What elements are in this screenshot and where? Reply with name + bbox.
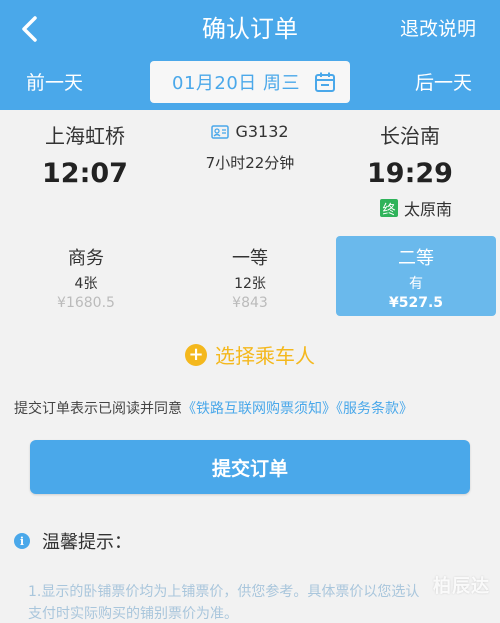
tips-title: 温馨提示： [42,532,132,553]
seat-name: 二等 [398,248,434,269]
calendar-icon [315,72,335,92]
terminal-station: 太原南 [403,200,452,219]
terminal-badge: 终 [379,199,398,218]
arrival-station: 长治南 [380,124,440,148]
agreement-text: 提交订单表示已阅读并同意《铁路互联网购票须知》《服务条款》 [14,398,413,418]
refund-rules-link[interactable]: 退改说明 [400,14,476,44]
ticket-notice-link[interactable]: 《铁路互联网购票须知》 [182,401,336,417]
seat-option-first-class[interactable]: 一等 12张 ¥843 [170,236,330,316]
submit-order-button[interactable]: 提交订单 [30,440,470,494]
tip-line: 支付时实际购买的铺别票价为准。 [28,606,238,622]
terminal-info: 终 太原南 [379,196,452,220]
select-passenger-label: 选择乘车人 [215,344,315,368]
seat-count: 12张 [234,276,266,292]
seat-name: 商务 [68,248,104,269]
date-selector[interactable]: 01月20日 周三 [150,61,350,103]
train-info-card: 上海虹桥 G3132 7小时22分钟 长治南 12:07 19:29 终 太原南 [0,110,500,230]
id-card-icon [211,124,230,139]
tips-header: i 温馨提示： [14,528,132,554]
seat-price: ¥843 [232,295,268,311]
seat-count: 有 [409,276,423,292]
seat-count: 4张 [74,276,98,292]
seat-price: ¥1680.5 [57,295,115,311]
info-icon: i [14,533,30,549]
select-passenger-button[interactable]: + 选择乘车人 [0,340,500,369]
seat-option-business[interactable]: 商务 4张 ¥1680.5 [6,236,166,316]
seat-name: 一等 [232,248,268,269]
arrival-time: 19:29 [367,158,453,189]
seat-option-second-class[interactable]: 二等 有 ¥527.5 [336,236,496,316]
departure-time: 12:07 [42,158,128,189]
tip-line: 1.显示的卧铺票价均为上铺票价，供您参考。具体票价以您选认 [28,584,420,600]
train-number: G3132 [235,122,289,141]
agreement-prefix: 提交订单表示已阅读并同意 [14,401,182,417]
next-day-button[interactable]: 后一天 [415,68,472,98]
seat-price: ¥527.5 [388,295,444,311]
header-bar: 确认订单 退改说明 前一天 01月20日 周三 后一天 [0,0,500,110]
plus-icon: + [185,343,207,366]
terms-link[interactable]: 《服务条款》 [336,401,413,417]
date-text: 01月20日 周三 [172,73,301,94]
watermark: 柏辰达 [433,576,490,597]
prev-day-button[interactable]: 前一天 [26,68,83,98]
